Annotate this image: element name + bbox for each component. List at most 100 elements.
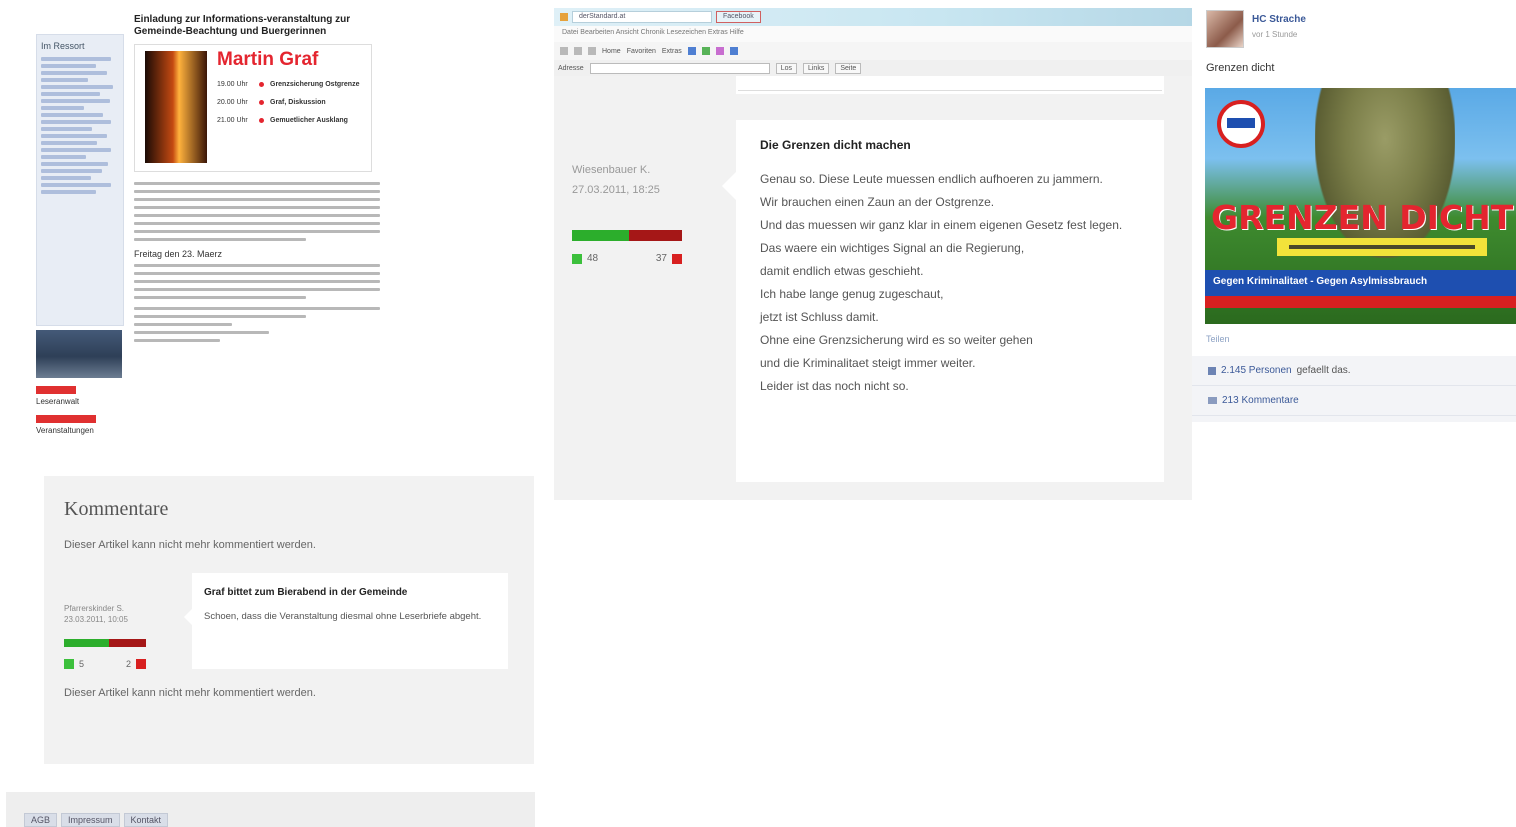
toolbar-button[interactable]: Favoriten	[627, 48, 656, 55]
browser-menu-bar[interactable]: Datei Bearbeiten Ansicht Chronik Lesezei…	[554, 26, 1192, 42]
footer-links: AGB Impressum Kontakt	[24, 813, 169, 827]
comment-bubble: Die Grenzen dicht machen Genau so. Diese…	[722, 120, 1164, 482]
sidebar-link[interactable]	[41, 120, 112, 124]
address-input[interactable]	[589, 62, 770, 74]
avatar[interactable]	[1206, 10, 1244, 48]
flyer-speaker-name: Martin Graf	[217, 49, 319, 70]
vote-counts: 48 37	[572, 253, 682, 264]
sidebar-link[interactable]	[41, 134, 107, 138]
flyer-description: Gemuetlicher Ausklang	[270, 117, 348, 124]
comment-author[interactable]: Wiesenbauer K.	[572, 160, 702, 180]
poster-name[interactable]: HC Strache	[1252, 14, 1306, 25]
browser-tab[interactable]: Facebook	[716, 11, 761, 23]
sidebar-link[interactable]	[41, 92, 100, 96]
links-button[interactable]: Links	[802, 62, 830, 74]
sidebar-link[interactable]	[41, 57, 112, 61]
vote-ratio-bar	[64, 639, 146, 647]
footer-link[interactable]: AGB	[24, 813, 58, 827]
back-icon[interactable]	[560, 47, 568, 55]
messenger-icon[interactable]	[729, 47, 738, 55]
vote-up-share	[64, 639, 110, 647]
page-content-edge	[736, 76, 1164, 94]
post-timestamp[interactable]: vor 1 Stunde	[1252, 30, 1297, 39]
address-label: Adresse	[558, 64, 584, 72]
thumbs-up-icon[interactable]	[64, 659, 74, 669]
browser-tab-strip: derStandard.at Facebook	[554, 8, 1192, 26]
flyer-time: 21.00 Uhr	[217, 117, 248, 124]
go-button[interactable]: Los	[775, 62, 797, 74]
print-icon[interactable]	[701, 47, 710, 55]
flyer-row: 21.00 Uhr Gemuetlicher Ausklang	[217, 117, 367, 125]
comment-title: Die Grenzen dicht machen	[760, 138, 911, 152]
comments-heading: Kommentare	[64, 498, 169, 520]
sidebar-link[interactable]	[41, 127, 93, 131]
thumbs-down-icon[interactable]	[672, 253, 682, 264]
footer-link[interactable]: Kontakt	[123, 813, 169, 827]
vote-down-share	[109, 639, 146, 647]
browser-window: derStandard.at Facebook Datei Bearbeiten…	[554, 8, 1192, 500]
post-image[interactable]: GRENZEN DICHT! Gegen Kriminalitaet - Geg…	[1205, 88, 1516, 324]
bullet-icon	[259, 118, 264, 123]
sidebar-link[interactable]	[41, 141, 98, 145]
comment-author[interactable]: Pfarrerskinder S.	[64, 603, 192, 614]
event-flyer: Martin Graf 19.00 Uhr Grenzsicherung Ost…	[134, 44, 372, 172]
vote-up[interactable]: 48	[572, 253, 598, 264]
flyer-time: 20.00 Uhr	[217, 99, 248, 106]
toolbar-button[interactable]: Extras	[662, 48, 682, 55]
social-post: HC Strache vor 1 Stunde Grenzen dicht GR…	[1192, 8, 1516, 428]
footer-link[interactable]: Impressum	[61, 813, 120, 827]
sidebar-link[interactable]	[41, 176, 91, 180]
edit-icon[interactable]	[715, 47, 724, 55]
thumbs-down-icon[interactable]	[136, 659, 146, 669]
flyer-row: 19.00 Uhr Grenzsicherung Ostgrenze	[217, 81, 367, 89]
comments-link[interactable]: 213 Kommentare	[1222, 395, 1299, 406]
teaser-photo[interactable]	[36, 330, 122, 378]
likes-text: gefaellt das.	[1296, 365, 1351, 376]
comment-meta: Pfarrerskinder S. 23.03.2011, 10:05 5 2	[64, 573, 192, 669]
sidebar-link[interactable]	[41, 155, 87, 159]
forward-icon[interactable]	[574, 47, 582, 55]
sidebar-link[interactable]	[41, 183, 112, 187]
likes-link[interactable]: 2.145 Personen	[1221, 365, 1292, 376]
share-link[interactable]: Teilen	[1206, 334, 1230, 344]
browser-logo-icon	[560, 13, 568, 21]
bullet-icon	[259, 82, 264, 87]
sidebar-link[interactable]	[41, 71, 108, 75]
comment-text: Schoen, dass die Veranstaltung diesmal o…	[204, 611, 482, 622]
stop-icon[interactable]	[588, 47, 596, 55]
vote-counts: 5 2	[64, 659, 146, 669]
browser-tab[interactable]: derStandard.at	[572, 11, 712, 23]
toolbar-button[interactable]: Home	[602, 48, 621, 55]
comment-bubble: Graf bittet zum Bierabend in der Gemeind…	[184, 573, 508, 669]
comment-item: Pfarrerskinder S. 23.03.2011, 10:05 5 2 …	[64, 573, 514, 669]
vote-up[interactable]: 5	[64, 659, 84, 669]
vote-up-share	[572, 230, 630, 241]
comment-title: Graf bittet zum Bierabend in der Gemeind…	[204, 587, 408, 598]
vote-up-count: 5	[79, 659, 85, 669]
teaser-caption[interactable]: Veranstaltungen	[36, 426, 124, 436]
vote-down[interactable]: 37	[656, 253, 682, 264]
vote-down-count: 2	[125, 659, 131, 669]
sidebar-link[interactable]	[41, 148, 112, 152]
sidebar-link[interactable]	[41, 113, 104, 117]
mail-icon[interactable]	[687, 47, 696, 55]
sidebar-link[interactable]	[41, 64, 96, 68]
sidebar-link[interactable]	[41, 106, 84, 110]
sidebar-link[interactable]	[41, 162, 109, 166]
vote-down-share	[629, 230, 682, 241]
sidebar-link[interactable]	[41, 99, 110, 103]
page-button[interactable]: Seite	[835, 62, 862, 74]
sidebar-link[interactable]	[41, 78, 88, 82]
sidebar-link[interactable]	[41, 85, 113, 89]
likes-row: 2.145 Personen gefaellt das.	[1192, 356, 1516, 386]
like-icon	[1208, 366, 1216, 375]
flyer-description: Grenzsicherung Ostgrenze	[270, 81, 360, 88]
sidebar-heading: Im Ressort	[41, 41, 85, 51]
vote-down-count: 37	[655, 253, 667, 264]
thumbs-up-icon[interactable]	[572, 253, 582, 264]
sidebar-link[interactable]	[41, 190, 96, 194]
vote-down[interactable]: 2	[126, 659, 146, 669]
teaser-caption[interactable]: Leseranwalt	[36, 397, 124, 407]
sidebar-link[interactable]	[41, 169, 102, 173]
sidebar-teasers: Leseranwalt Veranstaltungen	[36, 330, 124, 456]
